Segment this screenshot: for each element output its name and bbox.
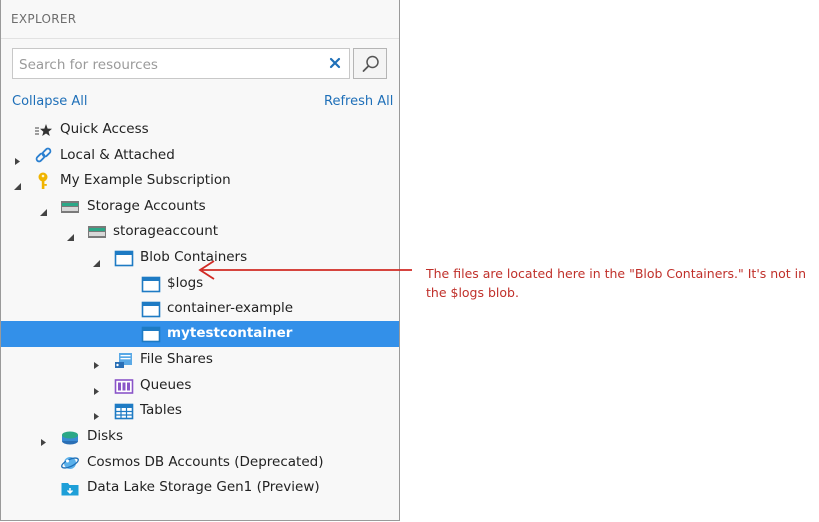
tree-item-label: Disks	[87, 428, 124, 444]
tree-item-label: Tables	[140, 402, 182, 418]
star-icon	[34, 120, 54, 140]
tree-item-label: Local & Attached	[60, 147, 175, 163]
explorer-title: EXPLORER	[11, 12, 77, 26]
tree-item-label: $logs	[167, 275, 204, 291]
expand-arrow-icon[interactable]	[39, 432, 48, 446]
collapse-arrow-icon[interactable]	[13, 176, 22, 190]
tree-item-storageaccount[interactable]: storageaccount	[1, 219, 399, 244]
divider	[1, 38, 399, 39]
expand-arrow-icon[interactable]	[92, 406, 101, 420]
blob-container-icon	[141, 299, 161, 319]
collapse-all-link[interactable]: Collapse All	[12, 94, 88, 109]
tree-item-disks[interactable]: Disks	[1, 424, 399, 449]
tree-item-storage-accounts[interactable]: Storage Accounts	[1, 194, 399, 219]
queue-icon	[114, 376, 134, 396]
key-icon	[34, 171, 54, 191]
tree-item-data-lake[interactable]: Data Lake Storage Gen1 (Preview)	[1, 475, 399, 500]
tree-item-file-shares[interactable]: File Shares	[1, 347, 399, 372]
refresh-all-link[interactable]: Refresh All	[324, 94, 393, 109]
expand-arrow-icon[interactable]	[92, 355, 101, 369]
tree-item-label: My Example Subscription	[60, 172, 231, 188]
tree-item-label: storageaccount	[113, 223, 219, 239]
tree-item-label: Data Lake Storage Gen1 (Preview)	[87, 479, 320, 495]
disk-icon	[60, 427, 80, 447]
tree-item-local-attached[interactable]: Local & Attached	[1, 143, 399, 168]
blob-container-icon	[141, 274, 161, 294]
tree-item-cosmos-db[interactable]: Cosmos DB Accounts (Deprecated)	[1, 450, 399, 475]
storage-account-icon	[60, 197, 80, 217]
search-button[interactable]	[353, 48, 387, 79]
tree-item-label: container-example	[167, 300, 294, 316]
file-share-icon	[114, 350, 134, 370]
tree-item-logs[interactable]: $logs	[1, 271, 399, 296]
tree-item-label: Quick Access	[60, 121, 149, 137]
annotation-text: The files are located here in the "Blob …	[426, 266, 807, 300]
tree-item-container-example[interactable]: container-example	[1, 296, 399, 321]
table-icon	[114, 401, 134, 421]
link-icon	[34, 146, 54, 166]
expand-arrow-icon[interactable]	[13, 151, 22, 165]
tree-item-blob-containers[interactable]: Blob Containers	[1, 245, 399, 270]
search-input[interactable]	[17, 54, 321, 76]
tree-item-label: mytestcontainer	[167, 325, 293, 341]
data-lake-icon	[60, 478, 80, 498]
expand-arrow-icon[interactable]	[92, 381, 101, 395]
tree-item-label: File Shares	[140, 351, 213, 367]
tree-item-label: Cosmos DB Accounts (Deprecated)	[87, 454, 324, 470]
tree-item-quick-access[interactable]: Quick Access	[1, 117, 399, 142]
collapse-arrow-icon[interactable]	[66, 227, 75, 241]
clear-icon[interactable]	[327, 55, 343, 71]
cosmos-db-icon	[60, 453, 80, 473]
search-box	[12, 48, 350, 79]
storage-account-icon	[87, 222, 107, 242]
tree-item-tables[interactable]: Tables	[1, 398, 399, 423]
blob-container-icon	[141, 324, 161, 344]
tree-item-label: Storage Accounts	[87, 198, 206, 214]
tree-item-label: Blob Containers	[140, 249, 248, 265]
tree-item-label: Queues	[140, 377, 192, 393]
explorer-panel: EXPLORER Collapse All Refresh All Quick …	[0, 0, 400, 521]
tree-item-subscription[interactable]: My Example Subscription	[1, 168, 399, 193]
collapse-arrow-icon[interactable]	[39, 202, 48, 216]
tree-item-queues[interactable]: Queues	[1, 373, 399, 398]
blob-container-icon	[114, 248, 134, 268]
tree-item-mytestcontainer[interactable]: mytestcontainer	[1, 321, 399, 347]
search-icon	[362, 55, 379, 72]
collapse-arrow-icon[interactable]	[92, 253, 101, 267]
